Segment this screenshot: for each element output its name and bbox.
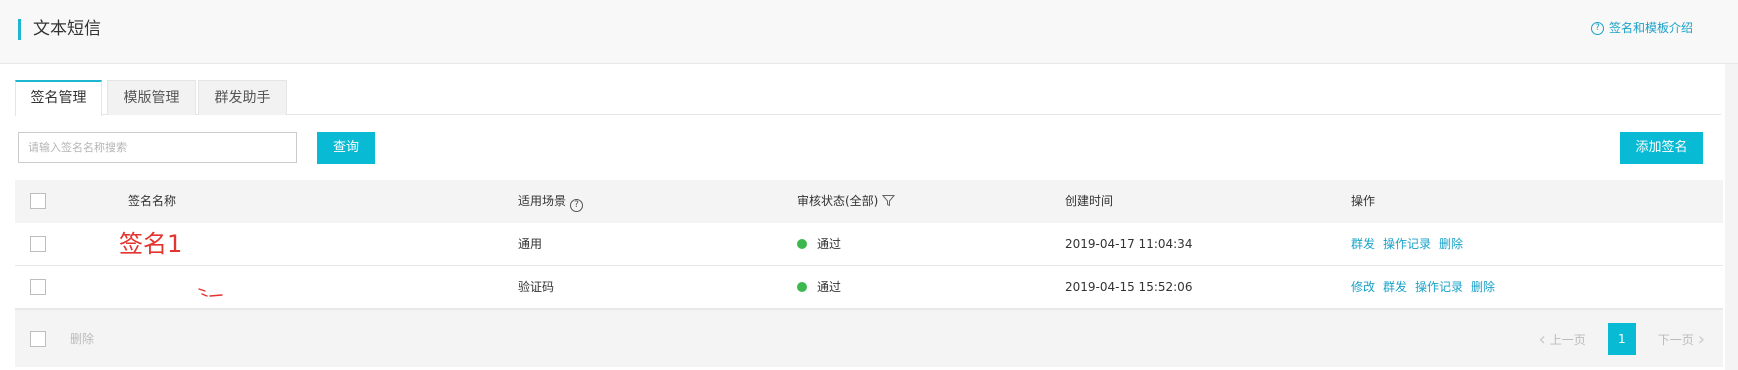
operation-log-link[interactable]: 操作记录 — [1383, 237, 1431, 251]
column-header-scene-label: 适用场景 — [518, 194, 567, 208]
table-row: 验证码 通过 2019-04-15 15:52:06 修改 群发 操作记录 删除 — [15, 266, 1723, 309]
status-cell: 通过 — [797, 266, 841, 309]
title-accent-bar — [18, 19, 21, 40]
prev-page-button[interactable]: ‹ 上一页 — [1535, 329, 1586, 350]
add-signature-button[interactable]: 添加签名 — [1620, 132, 1703, 164]
row-checkbox[interactable] — [30, 236, 46, 252]
column-header-status-label: 审核状态(全部) — [797, 194, 879, 208]
next-page-button[interactable]: 下一页 › — [1658, 329, 1709, 350]
query-button[interactable]: 查询 — [317, 132, 375, 164]
column-header-created: 创建时间 — [1065, 194, 1114, 208]
tab-template-management[interactable]: 模版管理 — [107, 80, 196, 115]
bulk-send-link[interactable]: 群发 — [1383, 280, 1407, 294]
tab-bar: 签名管理 模版管理 群发助手 — [15, 80, 1721, 116]
status-dot-icon — [797, 282, 807, 292]
question-circle-icon: ? — [1590, 21, 1604, 35]
status-cell: 通过 — [797, 223, 841, 266]
right-gutter — [1725, 64, 1738, 370]
status-dot-icon — [797, 239, 807, 249]
pagination: ‹ 上一页 1 下一页 › — [1535, 323, 1709, 355]
signature-name: 签名1 — [119, 230, 183, 258]
select-all-checkbox[interactable] — [30, 193, 46, 209]
column-header-scene: 适用场景? — [518, 180, 584, 223]
column-header-name: 签名名称 — [128, 194, 177, 208]
filter-funnel-icon[interactable] — [882, 194, 896, 207]
question-circle-icon[interactable]: ? — [570, 199, 584, 212]
next-page-label: 下一页 — [1657, 332, 1694, 347]
actions-cell: 修改 群发 操作记录 删除 — [1351, 266, 1503, 309]
delete-link[interactable]: 删除 — [1471, 280, 1495, 294]
page-title: 文本短信 — [33, 19, 101, 39]
delete-link[interactable]: 删除 — [1439, 237, 1463, 251]
edit-link[interactable]: 修改 — [1351, 280, 1375, 294]
status-label: 通过 — [817, 280, 842, 294]
chevron-left-icon: ‹ — [1538, 328, 1546, 350]
prev-page-label: 上一页 — [1549, 332, 1586, 347]
created-time-cell: 2019-04-15 15:52:06 — [1065, 280, 1193, 294]
bulk-delete-button[interactable]: 删除 — [70, 310, 94, 368]
scene-cell: 验证码 — [518, 280, 555, 294]
row-checkbox[interactable] — [30, 279, 46, 295]
footer-select-all-checkbox[interactable] — [30, 331, 46, 347]
signature-search-input[interactable] — [18, 132, 297, 163]
actions-cell: 群发 操作记录 删除 — [1351, 223, 1471, 266]
operation-log-link[interactable]: 操作记录 — [1415, 280, 1463, 294]
chevron-right-icon: › — [1697, 328, 1705, 350]
table-row: 签名1 通用 通过 2019-04-17 11:04:34 群发 操作记录 删除 — [15, 223, 1723, 266]
help-link[interactable]: ? 签名和模板介绍 — [1590, 19, 1693, 37]
redaction-mark-icon — [198, 288, 223, 297]
column-header-actions: 操作 — [1351, 194, 1376, 208]
table-header: 签名名称 适用场景? 审核状态(全部) 创建时间 操作 — [15, 180, 1723, 223]
page-header: 文本短信 ? 签名和模板介绍 — [0, 0, 1738, 64]
bulk-send-link[interactable]: 群发 — [1351, 237, 1375, 251]
created-time-cell: 2019-04-17 11:04:34 — [1065, 237, 1193, 251]
status-label: 通过 — [817, 237, 842, 251]
scene-cell: 通用 — [518, 237, 543, 251]
tab-bulk-send-assistant[interactable]: 群发助手 — [198, 80, 287, 115]
help-link-label: 签名和模板介绍 — [1608, 21, 1693, 35]
tab-signature-management[interactable]: 签名管理 — [15, 80, 102, 116]
table-footer: 删除 ‹ 上一页 1 下一页 › — [15, 309, 1723, 367]
column-header-status: 审核状态(全部) — [797, 180, 896, 223]
page-number-button[interactable]: 1 — [1607, 323, 1636, 355]
